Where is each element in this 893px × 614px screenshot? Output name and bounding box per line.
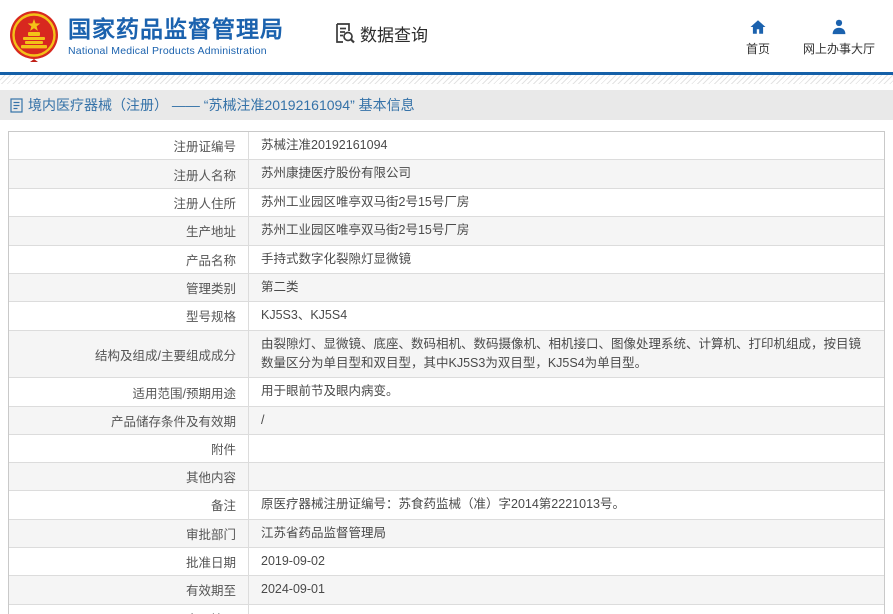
- emblem-icon: [10, 11, 58, 64]
- nav-item-service-hall[interactable]: 网上办事大厅: [803, 18, 875, 57]
- table-row: 适用范围/预期用途 用于眼前节及眼内病变。: [9, 378, 884, 407]
- row-label: 有效期至: [9, 576, 249, 604]
- table-row: 管理类别 第二类: [9, 273, 884, 303]
- national-emblem-logo: [8, 10, 60, 64]
- row-label: 适用范围/预期用途: [9, 378, 249, 406]
- row-value: 苏州康捷医疗股份有限公司: [261, 166, 412, 181]
- row-value: [249, 435, 884, 462]
- table-row: 结构及组成/主要组成成分 由裂隙灯、显微镜、底座、数码相机、数码摄像机、相机接口、…: [9, 330, 884, 379]
- table-row: 备注 原医疗器械注册证编号：苏食药监械（准）字2014第2221013号。: [9, 491, 884, 520]
- org-name-zh: 国家药品监督管理局: [68, 15, 284, 42]
- row-label-text: 注册证编号: [173, 140, 236, 155]
- row-label: 批准日期: [9, 547, 249, 576]
- row-value: 2024-09-01: [261, 582, 325, 597]
- row-label: 注册人住所: [9, 188, 249, 217]
- row-label-text: 其他内容: [185, 471, 236, 486]
- row-label-text: 有效期至: [185, 584, 236, 599]
- row-value: 由裂隙灯、显微镜、底座、数码相机、数码摄像机、相机接口、图像处理系统、计算机、打…: [261, 336, 862, 370]
- breadcrumb-bar: 境内医疗器械（注册） —— “苏械注准20192161094” 基本信息: [0, 90, 893, 120]
- row-value: 2019-09-02: [261, 553, 325, 568]
- row-label-text: 生产地址: [185, 225, 236, 240]
- row-label: 型号规格: [9, 302, 249, 330]
- registration-table: 注册证编号 苏械注准20192161094 注册人名称 苏州康捷医疗股份有限公司 注册人…: [8, 131, 885, 614]
- row-label-text: 注册人住所: [173, 196, 236, 211]
- row-label: 附件: [9, 435, 249, 463]
- nav-item-home[interactable]: 首页: [741, 18, 775, 57]
- row-value: 手持式数字化裂隙灯显微镜: [261, 251, 412, 266]
- row-label-text: 附件: [210, 443, 236, 458]
- row-value: KJ5S3、KJ5S4: [261, 308, 348, 323]
- row-value: 用于眼前节及眼内病变。: [261, 384, 399, 399]
- table-row: 审批部门 江苏省药品监督管理局: [9, 519, 884, 548]
- row-label: 其他内容: [9, 463, 249, 491]
- org-title-block: 国家药品监督管理局 National Medical Products Admi…: [68, 16, 284, 57]
- header: 国家药品监督管理局 National Medical Products Admi…: [0, 0, 893, 72]
- row-value: 苏州工业园区唯亭双马街2号15号厂房: [261, 223, 470, 238]
- nav-home-label: 首页: [745, 41, 770, 56]
- row-label: 管理类别: [9, 273, 249, 302]
- row-label-text: 批准日期: [185, 556, 236, 571]
- row-label-text: 适用范围/预期用途: [132, 386, 236, 401]
- org-name-en: National Medical Products Administration: [68, 44, 267, 57]
- row-label: 审批部门: [9, 519, 249, 547]
- row-value: /: [261, 412, 265, 427]
- row-label-text: 产品名称: [185, 253, 236, 268]
- hatch-strip: [0, 75, 893, 84]
- row-label: 注册人名称: [9, 160, 249, 188]
- row-label-text: 产品储存条件及有效期: [110, 414, 236, 429]
- row-value: 苏械注准20192161094: [261, 138, 388, 152]
- row-value: 原医疗器械注册证编号：苏食药监械（准）字2014第2221013号。: [261, 497, 625, 512]
- row-value: 苏州工业园区唯亭双马街2号15号厂房: [261, 194, 470, 209]
- table-row: 有效期至 2024-09-01: [9, 576, 884, 605]
- row-value: 江苏省药品监督管理局: [261, 525, 387, 540]
- row-label: 产品名称: [9, 245, 249, 273]
- table-row: 生产地址 苏州工业园区唯亭双马街2号15号厂房: [9, 217, 884, 246]
- data-query-label: 数据查询: [360, 25, 428, 45]
- row-label: 结构及组成/主要组成成分: [9, 330, 249, 378]
- row-label-text: 结构及组成/主要组成成分: [95, 348, 236, 363]
- row-label: 变更情况: [9, 604, 249, 614]
- header-nav: 首页 网上办事大厅: [741, 18, 875, 57]
- data-query-section[interactable]: 数据查询: [332, 21, 428, 46]
- table-row: 产品储存条件及有效期 /: [9, 406, 884, 436]
- row-label-text: 审批部门: [185, 527, 236, 542]
- row-label-text: 变更情况: [186, 609, 236, 614]
- row-label-text: 备注: [210, 499, 236, 514]
- person-icon: [832, 19, 846, 34]
- row-label: 产品储存条件及有效期: [9, 406, 249, 435]
- row-label-text: 管理类别: [185, 282, 236, 297]
- table-row: 注册人住所 苏州工业园区唯亭双马街2号15号厂房: [9, 188, 884, 218]
- document-search-icon: [336, 23, 355, 44]
- table-row: 变更情况: [9, 604, 884, 614]
- table-row: 产品名称 手持式数字化裂隙灯显微镜: [9, 245, 884, 274]
- table-row: 型号规格 KJ5S3、KJ5S4: [9, 302, 884, 331]
- table-row: 注册人名称 苏州康捷医疗股份有限公司: [9, 160, 884, 189]
- row-value: 第二类: [261, 279, 299, 294]
- table-row: 注册证编号 苏械注准20192161094: [9, 132, 884, 161]
- nav-service-hall-label: 网上办事大厅: [802, 41, 875, 56]
- row-label-text: 注册人名称: [173, 168, 236, 183]
- table-row: 其他内容: [9, 463, 884, 492]
- row-label: 生产地址: [9, 217, 249, 245]
- row-label-text: 型号规格: [185, 310, 236, 325]
- row-value: [249, 463, 884, 490]
- row-value: [249, 605, 884, 614]
- table-row: 附件: [9, 435, 884, 464]
- row-label: 注册证编号: [9, 132, 249, 160]
- registration-table-body: 注册证编号 苏械注准20192161094 注册人名称 苏州康捷医疗股份有限公司 注册人…: [9, 132, 884, 614]
- page-title: 境内医疗器械（注册） —— “苏械注准20192161094” 基本信息: [28, 97, 415, 113]
- page-icon: [10, 97, 23, 113]
- row-label: 备注: [9, 491, 249, 519]
- home-icon: [750, 19, 766, 34]
- table-row: 批准日期 2019-09-02: [9, 547, 884, 577]
